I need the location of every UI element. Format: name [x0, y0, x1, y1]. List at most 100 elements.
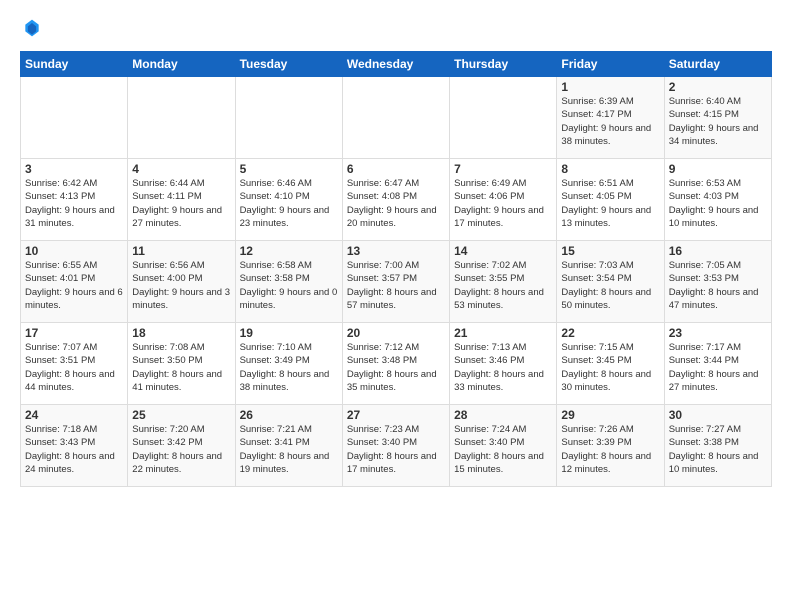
- day-number: 30: [669, 408, 767, 422]
- calendar-week-row: 24Sunrise: 7:18 AM Sunset: 3:43 PM Dayli…: [21, 405, 772, 487]
- day-info: Sunrise: 7:05 AM Sunset: 3:53 PM Dayligh…: [669, 259, 767, 312]
- calendar-cell: [342, 77, 449, 159]
- calendar-cell: 27Sunrise: 7:23 AM Sunset: 3:40 PM Dayli…: [342, 405, 449, 487]
- day-info: Sunrise: 6:46 AM Sunset: 4:10 PM Dayligh…: [240, 177, 338, 230]
- calendar-cell: 18Sunrise: 7:08 AM Sunset: 3:50 PM Dayli…: [128, 323, 235, 405]
- weekday-header: Friday: [557, 52, 664, 77]
- day-info: Sunrise: 7:08 AM Sunset: 3:50 PM Dayligh…: [132, 341, 230, 394]
- calendar-cell: 2Sunrise: 6:40 AM Sunset: 4:15 PM Daylig…: [664, 77, 771, 159]
- calendar-cell: 29Sunrise: 7:26 AM Sunset: 3:39 PM Dayli…: [557, 405, 664, 487]
- day-number: 28: [454, 408, 552, 422]
- day-info: Sunrise: 7:00 AM Sunset: 3:57 PM Dayligh…: [347, 259, 445, 312]
- calendar-cell: [21, 77, 128, 159]
- day-number: 1: [561, 80, 659, 94]
- day-info: Sunrise: 6:55 AM Sunset: 4:01 PM Dayligh…: [25, 259, 123, 312]
- logo: [20, 18, 42, 43]
- weekday-header: Thursday: [450, 52, 557, 77]
- calendar-cell: 10Sunrise: 6:55 AM Sunset: 4:01 PM Dayli…: [21, 241, 128, 323]
- day-number: 14: [454, 244, 552, 258]
- day-number: 18: [132, 326, 230, 340]
- calendar-cell: 11Sunrise: 6:56 AM Sunset: 4:00 PM Dayli…: [128, 241, 235, 323]
- weekday-header: Sunday: [21, 52, 128, 77]
- day-info: Sunrise: 7:17 AM Sunset: 3:44 PM Dayligh…: [669, 341, 767, 394]
- day-info: Sunrise: 6:51 AM Sunset: 4:05 PM Dayligh…: [561, 177, 659, 230]
- day-info: Sunrise: 7:23 AM Sunset: 3:40 PM Dayligh…: [347, 423, 445, 476]
- day-number: 15: [561, 244, 659, 258]
- calendar-week-row: 3Sunrise: 6:42 AM Sunset: 4:13 PM Daylig…: [21, 159, 772, 241]
- calendar-cell: 21Sunrise: 7:13 AM Sunset: 3:46 PM Dayli…: [450, 323, 557, 405]
- day-info: Sunrise: 7:12 AM Sunset: 3:48 PM Dayligh…: [347, 341, 445, 394]
- calendar-cell: [128, 77, 235, 159]
- calendar-cell: 25Sunrise: 7:20 AM Sunset: 3:42 PM Dayli…: [128, 405, 235, 487]
- day-number: 9: [669, 162, 767, 176]
- calendar-cell: 24Sunrise: 7:18 AM Sunset: 3:43 PM Dayli…: [21, 405, 128, 487]
- day-info: Sunrise: 6:56 AM Sunset: 4:00 PM Dayligh…: [132, 259, 230, 312]
- weekday-header: Monday: [128, 52, 235, 77]
- day-info: Sunrise: 7:02 AM Sunset: 3:55 PM Dayligh…: [454, 259, 552, 312]
- day-number: 10: [25, 244, 123, 258]
- day-number: 20: [347, 326, 445, 340]
- day-number: 3: [25, 162, 123, 176]
- calendar-cell: 14Sunrise: 7:02 AM Sunset: 3:55 PM Dayli…: [450, 241, 557, 323]
- day-number: 26: [240, 408, 338, 422]
- day-info: Sunrise: 6:58 AM Sunset: 3:58 PM Dayligh…: [240, 259, 338, 312]
- day-info: Sunrise: 6:47 AM Sunset: 4:08 PM Dayligh…: [347, 177, 445, 230]
- calendar-cell: 22Sunrise: 7:15 AM Sunset: 3:45 PM Dayli…: [557, 323, 664, 405]
- day-number: 11: [132, 244, 230, 258]
- day-number: 24: [25, 408, 123, 422]
- day-number: 5: [240, 162, 338, 176]
- page: SundayMondayTuesdayWednesdayThursdayFrid…: [0, 0, 792, 612]
- day-number: 19: [240, 326, 338, 340]
- calendar-cell: 4Sunrise: 6:44 AM Sunset: 4:11 PM Daylig…: [128, 159, 235, 241]
- calendar-cell: 9Sunrise: 6:53 AM Sunset: 4:03 PM Daylig…: [664, 159, 771, 241]
- day-info: Sunrise: 7:10 AM Sunset: 3:49 PM Dayligh…: [240, 341, 338, 394]
- day-info: Sunrise: 6:44 AM Sunset: 4:11 PM Dayligh…: [132, 177, 230, 230]
- calendar-cell: [235, 77, 342, 159]
- day-info: Sunrise: 6:39 AM Sunset: 4:17 PM Dayligh…: [561, 95, 659, 148]
- day-number: 23: [669, 326, 767, 340]
- day-info: Sunrise: 7:27 AM Sunset: 3:38 PM Dayligh…: [669, 423, 767, 476]
- weekday-header: Saturday: [664, 52, 771, 77]
- calendar: SundayMondayTuesdayWednesdayThursdayFrid…: [20, 51, 772, 487]
- calendar-cell: 16Sunrise: 7:05 AM Sunset: 3:53 PM Dayli…: [664, 241, 771, 323]
- calendar-cell: 1Sunrise: 6:39 AM Sunset: 4:17 PM Daylig…: [557, 77, 664, 159]
- day-number: 21: [454, 326, 552, 340]
- day-number: 27: [347, 408, 445, 422]
- day-info: Sunrise: 7:20 AM Sunset: 3:42 PM Dayligh…: [132, 423, 230, 476]
- calendar-cell: 12Sunrise: 6:58 AM Sunset: 3:58 PM Dayli…: [235, 241, 342, 323]
- calendar-cell: 8Sunrise: 6:51 AM Sunset: 4:05 PM Daylig…: [557, 159, 664, 241]
- day-number: 22: [561, 326, 659, 340]
- day-info: Sunrise: 7:24 AM Sunset: 3:40 PM Dayligh…: [454, 423, 552, 476]
- day-number: 2: [669, 80, 767, 94]
- day-info: Sunrise: 7:21 AM Sunset: 3:41 PM Dayligh…: [240, 423, 338, 476]
- day-number: 8: [561, 162, 659, 176]
- day-info: Sunrise: 6:40 AM Sunset: 4:15 PM Dayligh…: [669, 95, 767, 148]
- day-number: 6: [347, 162, 445, 176]
- calendar-week-row: 10Sunrise: 6:55 AM Sunset: 4:01 PM Dayli…: [21, 241, 772, 323]
- day-info: Sunrise: 7:15 AM Sunset: 3:45 PM Dayligh…: [561, 341, 659, 394]
- day-info: Sunrise: 7:13 AM Sunset: 3:46 PM Dayligh…: [454, 341, 552, 394]
- calendar-cell: 20Sunrise: 7:12 AM Sunset: 3:48 PM Dayli…: [342, 323, 449, 405]
- calendar-cell: 3Sunrise: 6:42 AM Sunset: 4:13 PM Daylig…: [21, 159, 128, 241]
- day-info: Sunrise: 6:53 AM Sunset: 4:03 PM Dayligh…: [669, 177, 767, 230]
- calendar-cell: [450, 77, 557, 159]
- day-info: Sunrise: 7:07 AM Sunset: 3:51 PM Dayligh…: [25, 341, 123, 394]
- header-row: SundayMondayTuesdayWednesdayThursdayFrid…: [21, 52, 772, 77]
- day-number: 17: [25, 326, 123, 340]
- calendar-cell: 15Sunrise: 7:03 AM Sunset: 3:54 PM Dayli…: [557, 241, 664, 323]
- day-info: Sunrise: 7:03 AM Sunset: 3:54 PM Dayligh…: [561, 259, 659, 312]
- calendar-week-row: 1Sunrise: 6:39 AM Sunset: 4:17 PM Daylig…: [21, 77, 772, 159]
- calendar-cell: 17Sunrise: 7:07 AM Sunset: 3:51 PM Dayli…: [21, 323, 128, 405]
- calendar-cell: 28Sunrise: 7:24 AM Sunset: 3:40 PM Dayli…: [450, 405, 557, 487]
- day-number: 29: [561, 408, 659, 422]
- day-info: Sunrise: 7:26 AM Sunset: 3:39 PM Dayligh…: [561, 423, 659, 476]
- day-info: Sunrise: 6:49 AM Sunset: 4:06 PM Dayligh…: [454, 177, 552, 230]
- day-number: 25: [132, 408, 230, 422]
- weekday-header: Wednesday: [342, 52, 449, 77]
- day-number: 12: [240, 244, 338, 258]
- calendar-cell: 13Sunrise: 7:00 AM Sunset: 3:57 PM Dayli…: [342, 241, 449, 323]
- calendar-cell: 30Sunrise: 7:27 AM Sunset: 3:38 PM Dayli…: [664, 405, 771, 487]
- calendar-cell: 19Sunrise: 7:10 AM Sunset: 3:49 PM Dayli…: [235, 323, 342, 405]
- day-number: 13: [347, 244, 445, 258]
- day-number: 16: [669, 244, 767, 258]
